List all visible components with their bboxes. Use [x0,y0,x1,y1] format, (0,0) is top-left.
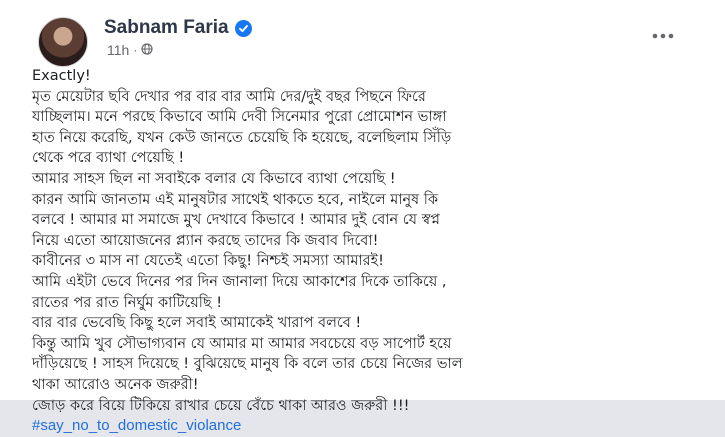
meta-separator: · [133,43,138,57]
post-timestamp[interactable]: 11h [107,42,129,58]
post-line: আমি এইটা ভেবে দিনের পর দিন জানালা দিয়ে … [32,273,447,290]
post-line: থাকা আরোও অনেক জরুরী! [32,376,199,393]
post-meta: 11h · [107,42,153,58]
post-line: থেকে পরে ব্যাথা পেয়েছি ! [32,150,185,167]
author-name[interactable]: Sabnam Faria [104,17,229,39]
post-line: জোড় করে বিয়ে টিকিয়ে রাখার চেয়ে বেঁচে… [32,397,410,414]
post-line: মৃত মেয়েটার ছবি দেখার পর বার বার আমি দে… [32,88,426,105]
author-avatar[interactable] [38,17,88,67]
post-line: যাচ্ছিলাম। মনে পরছে কিভাবে আমি দেবী সিনে… [32,109,447,126]
post-line: আমার সাহস ছিল না সবাইকে বলার যে কিভাবে ব… [32,170,396,187]
post-line: কাবীনের ৩ মাস না যেতেই এতো কিছু! নিশ্চই … [32,253,384,270]
post-line: কিন্তু আমি খুব সৌভাগ্যবান যে আমার মা আমা… [32,335,452,352]
hashtag-link[interactable]: #say_no_to_domestic_violance [32,416,672,437]
post-header: Sabnam Faria [104,17,252,39]
post-line: নিয়ে এতো আয়োজনের প্ল্যান করছে তাদের কি… [32,232,379,249]
post-line: হাত নিয়ে করেছি, যখন কেউ জানতে চেয়েছি ক… [32,129,452,146]
post-line: বার বার ভেবেছি কিছু হলে সবাই আমাকেই খারা… [32,315,362,332]
post-line: কারন আমি জানতাম এই মানুষটার সাথেই থাকতে … [32,191,439,208]
post-line: বলবে ! আমার মা সমাজে মুখ দেখাবে কিভাবে !… [32,212,440,229]
post-line: Exactly! [32,68,91,84]
more-options-icon[interactable] [650,26,676,46]
post-card: Sabnam Faria 11h · Exactly! মৃত মেয়েটার… [0,0,725,434]
post-line: রাতের পর রাত নির্ঘুম কাটিয়েছি ! [32,294,223,311]
globe-icon [141,42,153,58]
post-body: Exactly! মৃত মেয়েটার ছবি দেখার পর বার ব… [32,66,672,437]
post-line: দাঁড়িয়েছে ! সাহস দিয়েছে ! বুঝিয়েছে ম… [32,356,463,373]
verified-badge-icon [234,19,252,37]
